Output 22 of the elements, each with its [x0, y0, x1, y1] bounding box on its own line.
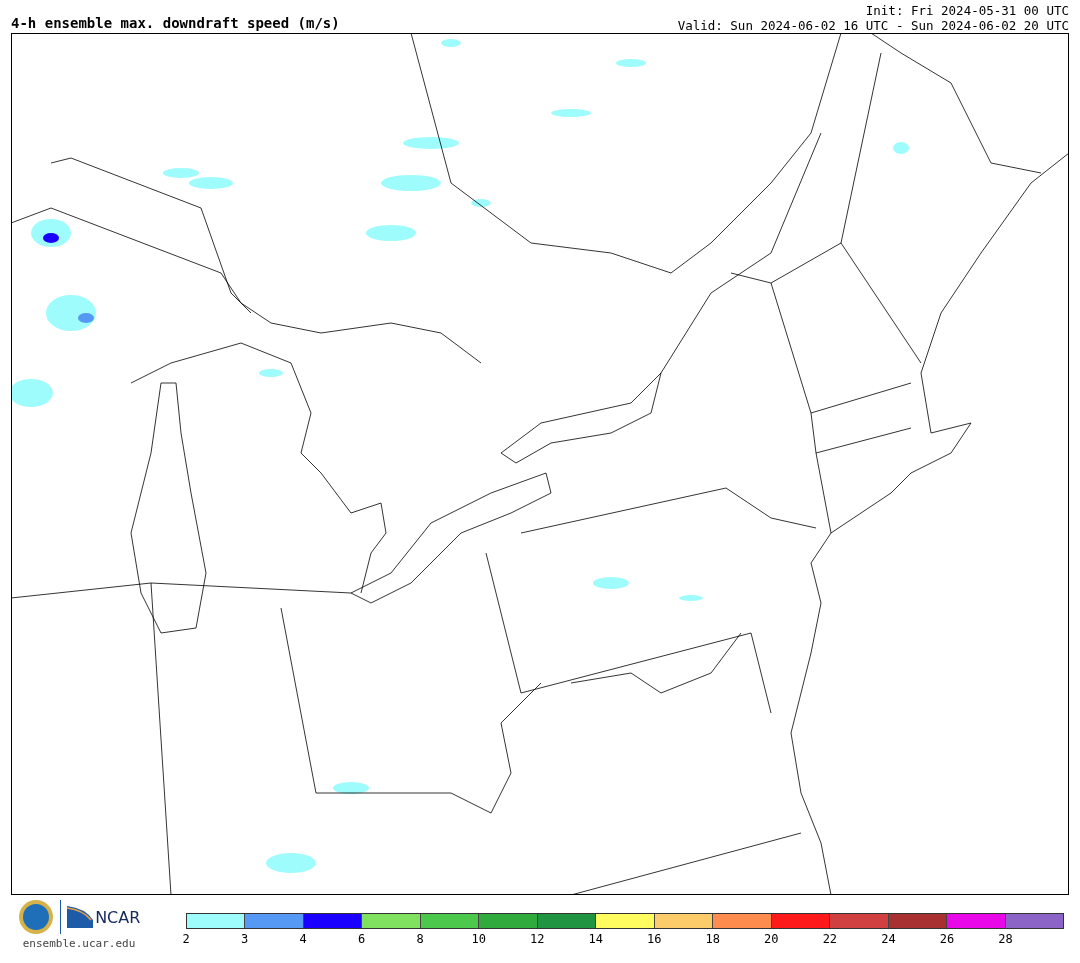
- tick-label: 8: [416, 932, 424, 946]
- globe-emblem-icon: [17, 899, 54, 935]
- tick-label: 2: [182, 932, 190, 946]
- tick-label: 10: [471, 932, 486, 946]
- tick-label: 24: [881, 932, 896, 946]
- swoosh-icon: [67, 906, 94, 928]
- valid-time: Valid: Sun 2024-06-02 16 UTC - Sun 2024-06-02 20 UTC: [677, 18, 1069, 33]
- tick-label: 18: [705, 932, 720, 946]
- tick-label: 16: [647, 932, 662, 946]
- tick-label: 6: [358, 932, 366, 946]
- tick-label: 4: [299, 932, 307, 946]
- tick-label: 28: [998, 932, 1013, 946]
- chart-title: 4-h ensemble max. downdraft speed (m/s): [11, 15, 340, 33]
- tick-label: 22: [822, 932, 838, 946]
- tick-label: 3: [240, 932, 249, 946]
- tick-label: 12: [529, 932, 545, 946]
- tick-label: 20: [764, 932, 779, 946]
- website-url: ensemble.ucar.edu: [22, 937, 136, 950]
- tick-label: 26: [939, 932, 955, 946]
- tick-label: 14: [588, 932, 603, 946]
- ncar-logo-text: NCAR: [95, 907, 141, 927]
- init-time: Init: Fri 2024-05-31 00 UTC: [865, 3, 1069, 18]
